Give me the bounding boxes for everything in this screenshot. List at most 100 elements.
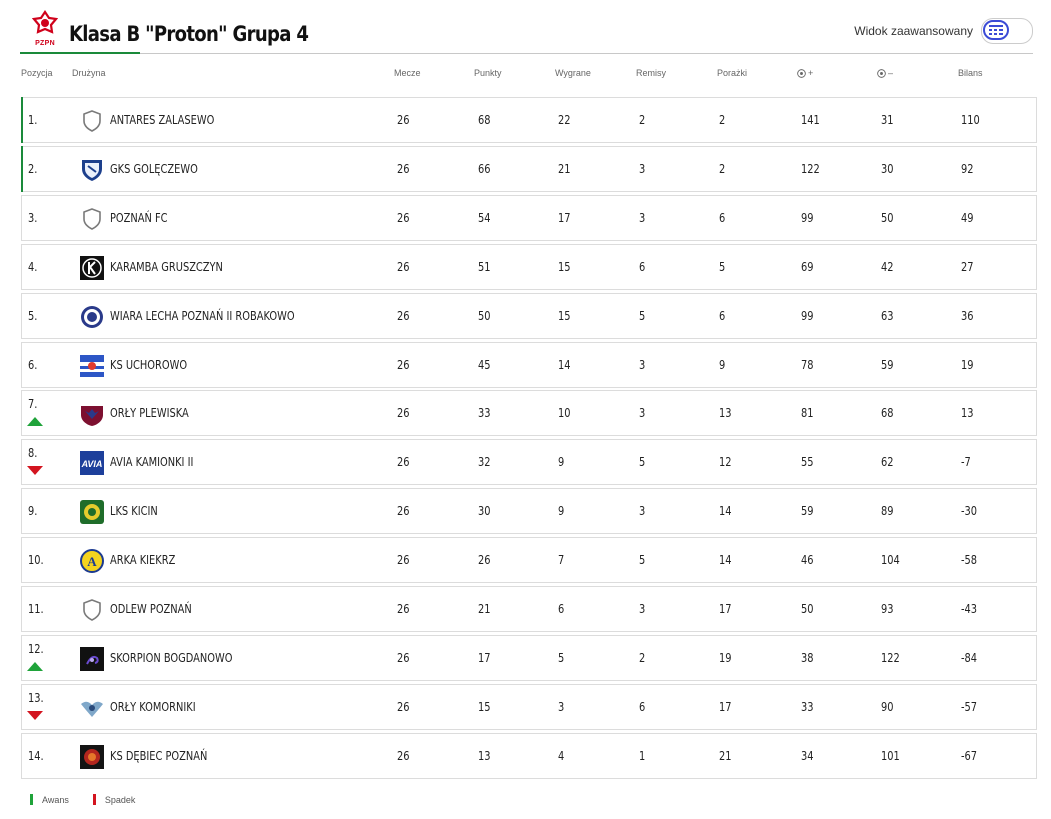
cell-position: 4.	[28, 260, 38, 274]
advanced-view-toggle[interactable]	[981, 18, 1033, 44]
cell-position: 2.	[28, 162, 38, 176]
team-crest-icon: A	[79, 548, 105, 574]
cell-team-name[interactable]: Orły Komorniki	[110, 685, 196, 729]
team-crest-icon	[79, 206, 105, 232]
col-goals-for[interactable]: +	[797, 68, 813, 78]
page-title: Klasa B "Proton" Grupa 4	[69, 22, 309, 46]
cell-matches: 26	[397, 309, 410, 323]
cell-wins: 22	[558, 113, 571, 127]
col-goals-against[interactable]: –	[877, 68, 893, 78]
ball-icon	[877, 68, 886, 78]
cell-goals-against: 30	[881, 162, 894, 176]
cell-team-name[interactable]: LKS Kicin	[110, 489, 158, 533]
cell-draws: 5	[639, 309, 646, 323]
col-draws[interactable]: Remisy	[636, 68, 666, 78]
cell-goals-for: 59	[801, 504, 814, 518]
advanced-view-control: Widok zaawansowany	[854, 18, 1033, 44]
trend-up-icon	[27, 662, 43, 671]
cell-draws: 5	[639, 553, 646, 567]
cell-draws: 2	[639, 113, 646, 127]
logo-text: PZPN	[35, 40, 55, 47]
cell-balance: 13	[961, 406, 974, 420]
table-row[interactable]: 5. Wiara Lecha Poznań II Robakowo 26 50 15 5 6…	[21, 293, 1037, 339]
table-row[interactable]: 6. KS Uchorowo 26 45 14 3 9 78 59 19	[21, 342, 1037, 388]
team-crest-icon	[79, 255, 105, 281]
cell-team-name[interactable]: Arka Kiekrz	[110, 538, 175, 582]
legend-promotion: Awans	[30, 794, 69, 805]
cell-goals-for: 33	[801, 700, 814, 714]
cell-goals-for: 99	[801, 211, 814, 225]
table-row[interactable]: 3. Poznań FC 26 54 17 3 6 99 50 49	[21, 195, 1037, 241]
cell-team-name[interactable]: Orły Plewiska	[110, 391, 189, 435]
table-row[interactable]: 9. LKS Kicin 26 30 9 3 14 59 89 -30	[21, 488, 1037, 534]
cell-position: 6.	[28, 358, 38, 372]
table-row[interactable]: 14. KS Dębiec Poznań 26 13 4 1 21 34 101 -67	[21, 733, 1037, 779]
cell-team-name[interactable]: Karamba Gruszczyn	[110, 245, 223, 289]
cell-wins: 10	[558, 406, 571, 420]
cell-points: 15	[478, 700, 491, 714]
cell-goals-against: 50	[881, 211, 894, 225]
table-row[interactable]: 8. AVIA Avia Kamionki II 26 32 9 5 12 55 62 -7	[21, 439, 1037, 485]
cell-team-name[interactable]: Wiara Lecha Poznań II Robakowo	[110, 294, 295, 338]
cell-goals-for: 69	[801, 260, 814, 274]
cell-draws: 3	[639, 602, 646, 616]
cell-wins: 3	[558, 700, 565, 714]
promotion-marker	[21, 146, 23, 192]
table-header: Pozycja Drużyna Mecze Punkty Wygrane Rem…	[21, 68, 1037, 84]
cell-goals-for: 122	[801, 162, 820, 176]
table-row[interactable]: 4. Karamba Gruszczyn 26 51 15 6 5 69 42 27	[21, 244, 1037, 290]
table-row[interactable]: 11. Odlew Poznań 26 21 6 3 17 50 93 -43	[21, 586, 1037, 632]
table-row[interactable]: 1. Antares Zalasewo 26 68 22 2 2 141 31 110	[21, 97, 1037, 143]
pzpn-logo[interactable]: PZPN	[31, 10, 59, 50]
cell-goals-against: 90	[881, 700, 894, 714]
cell-balance: 92	[961, 162, 974, 176]
col-matches[interactable]: Mecze	[394, 68, 421, 78]
cell-goals-against: 104	[881, 553, 900, 567]
cell-matches: 26	[397, 358, 410, 372]
cell-balance: 110	[961, 113, 980, 127]
cell-points: 45	[478, 358, 491, 372]
team-crest-icon	[79, 304, 105, 330]
col-team[interactable]: Drużyna	[72, 68, 106, 78]
table-row[interactable]: 12. Skorpion Bogdanowo 26 17 5 2 19 38 122 -84	[21, 635, 1037, 681]
cell-position: 11.	[28, 602, 44, 616]
cell-balance: 36	[961, 309, 974, 323]
cell-goals-against: 68	[881, 406, 894, 420]
trend-down-icon	[27, 711, 43, 720]
cell-team-name[interactable]: Poznań FC	[110, 196, 168, 240]
cell-points: 68	[478, 113, 491, 127]
cell-draws: 3	[639, 162, 646, 176]
cell-points: 33	[478, 406, 491, 420]
table-row[interactable]: 10. A Arka Kiekrz 26 26 7 5 14 46 104 -58	[21, 537, 1037, 583]
cell-team-name[interactable]: KS Dębiec Poznań	[110, 734, 207, 778]
table-row[interactable]: 2. GKS Golęczewo 26 66 21 3 2 122 30 92	[21, 146, 1037, 192]
cell-losses: 2	[719, 113, 726, 127]
team-crest-icon	[79, 108, 105, 134]
cell-team-name[interactable]: GKS Golęczewo	[110, 147, 198, 191]
cell-balance: 49	[961, 211, 974, 225]
cell-balance: -84	[961, 651, 978, 665]
cell-position: 5.	[28, 309, 38, 323]
table-row[interactable]: 13. Orły Komorniki 26 15 3 6 17 33 90 -57	[21, 684, 1037, 730]
col-points[interactable]: Punkty	[474, 68, 502, 78]
cell-position: 10.	[28, 553, 44, 567]
team-crest-icon	[79, 744, 105, 770]
col-losses[interactable]: Porażki	[717, 68, 747, 78]
cell-team-name[interactable]: KS Uchorowo	[110, 343, 187, 387]
cell-goals-for: 34	[801, 749, 814, 763]
cell-team-name[interactable]: Avia Kamionki II	[110, 440, 193, 484]
cell-wins: 6	[558, 602, 565, 616]
cell-draws: 3	[639, 504, 646, 518]
table-row[interactable]: 7. Orły Plewiska 26 33 10 3 13 81 68 13	[21, 390, 1037, 436]
col-position[interactable]: Pozycja	[21, 68, 53, 78]
cell-team-name[interactable]: Odlew Poznań	[110, 587, 192, 631]
cell-team-name[interactable]: Skorpion Bogdanowo	[110, 636, 232, 680]
cell-goals-against: 63	[881, 309, 894, 323]
col-wins[interactable]: Wygrane	[555, 68, 591, 78]
team-crest-icon	[79, 646, 105, 672]
col-balance[interactable]: Bilans	[958, 68, 983, 78]
cell-matches: 26	[397, 162, 410, 176]
header-divider	[20, 52, 1033, 54]
cell-matches: 26	[397, 113, 410, 127]
cell-team-name[interactable]: Antares Zalasewo	[110, 98, 214, 142]
